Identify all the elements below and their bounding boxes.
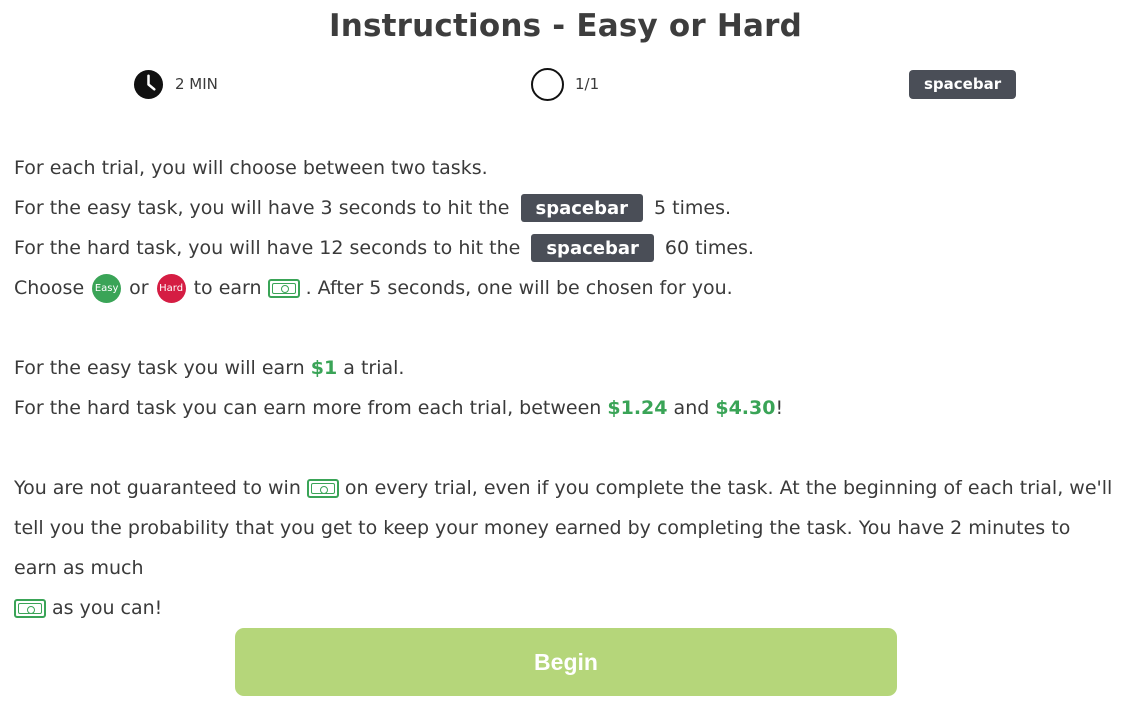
instructions-text: For each trial, you will choose between …: [14, 148, 1119, 628]
instruction-text: !: [775, 397, 784, 419]
begin-button[interactable]: Begin: [235, 628, 897, 696]
money-icon: [306, 479, 339, 498]
instruction-line: Choose Easy or Hard to earn . After 5 se…: [14, 268, 1119, 308]
money-icon: [267, 278, 300, 298]
page-title: Instructions - Easy or Hard: [329, 8, 802, 44]
instruction-text: 5 times.: [654, 197, 732, 219]
easy-amount: $1: [310, 357, 338, 379]
instruction-text: For the hard task, you will have 12 seco…: [14, 237, 521, 259]
timer-text: 2 MIN: [175, 75, 218, 93]
spacebar-key-badge: spacebar: [909, 69, 1017, 99]
instructions-page: Instructions - Easy or Hard 2 MIN 1/1 sp…: [0, 0, 1131, 711]
hard-choice-icon: Hard: [156, 273, 186, 303]
instruction-text: For the easy task, you will have 3 secon…: [14, 197, 510, 219]
status-bar: 2 MIN 1/1 spacebar: [0, 67, 1131, 101]
instruction-text: 60 times.: [664, 237, 754, 259]
progress-status: 1/1: [531, 67, 599, 101]
instruction-text: . After 5 seconds, one will be chosen fo…: [305, 277, 733, 299]
instruction-text: as you can!: [52, 597, 163, 619]
instruction-text: For the hard task you can earn more from…: [14, 397, 602, 419]
key-status: spacebar: [909, 67, 1017, 101]
instruction-line: For each trial, you will choose between …: [14, 148, 1119, 188]
progress-text: 1/1: [575, 75, 600, 93]
instruction-text: and: [673, 397, 710, 419]
instruction-text: For each trial, you will choose between …: [14, 157, 488, 179]
instruction-line: For the easy task, you will have 3 secon…: [14, 188, 1119, 228]
progress-ring-icon: [531, 67, 564, 101]
spacebar-key-badge: spacebar: [520, 194, 644, 222]
instruction-line: For the easy task you will earn $1 a tri…: [14, 348, 1119, 388]
easy-choice-icon: Easy: [92, 273, 122, 303]
instruction-text: to earn: [193, 277, 262, 299]
spacebar-key-badge: spacebar: [531, 234, 654, 262]
timer-status: 2 MIN: [133, 67, 218, 101]
instruction-text: a trial.: [343, 357, 405, 379]
hard-max-amount: $4.30: [715, 397, 776, 419]
instruction-line: For the hard task, you will have 12 seco…: [14, 228, 1119, 268]
instruction-line: For the hard task you can earn more from…: [14, 388, 1119, 428]
instruction-text: or: [129, 277, 149, 299]
clock-icon: [133, 69, 164, 99]
instruction-text: For the easy task you will earn: [14, 357, 305, 379]
instruction-text: Choose: [14, 277, 85, 299]
instruction-text: You are not guaranteed to win: [14, 477, 301, 499]
money-icon: [14, 599, 46, 618]
instruction-paragraph: You are not guaranteed to win on every tr…: [14, 468, 1119, 628]
hard-min-amount: $1.24: [607, 397, 668, 419]
